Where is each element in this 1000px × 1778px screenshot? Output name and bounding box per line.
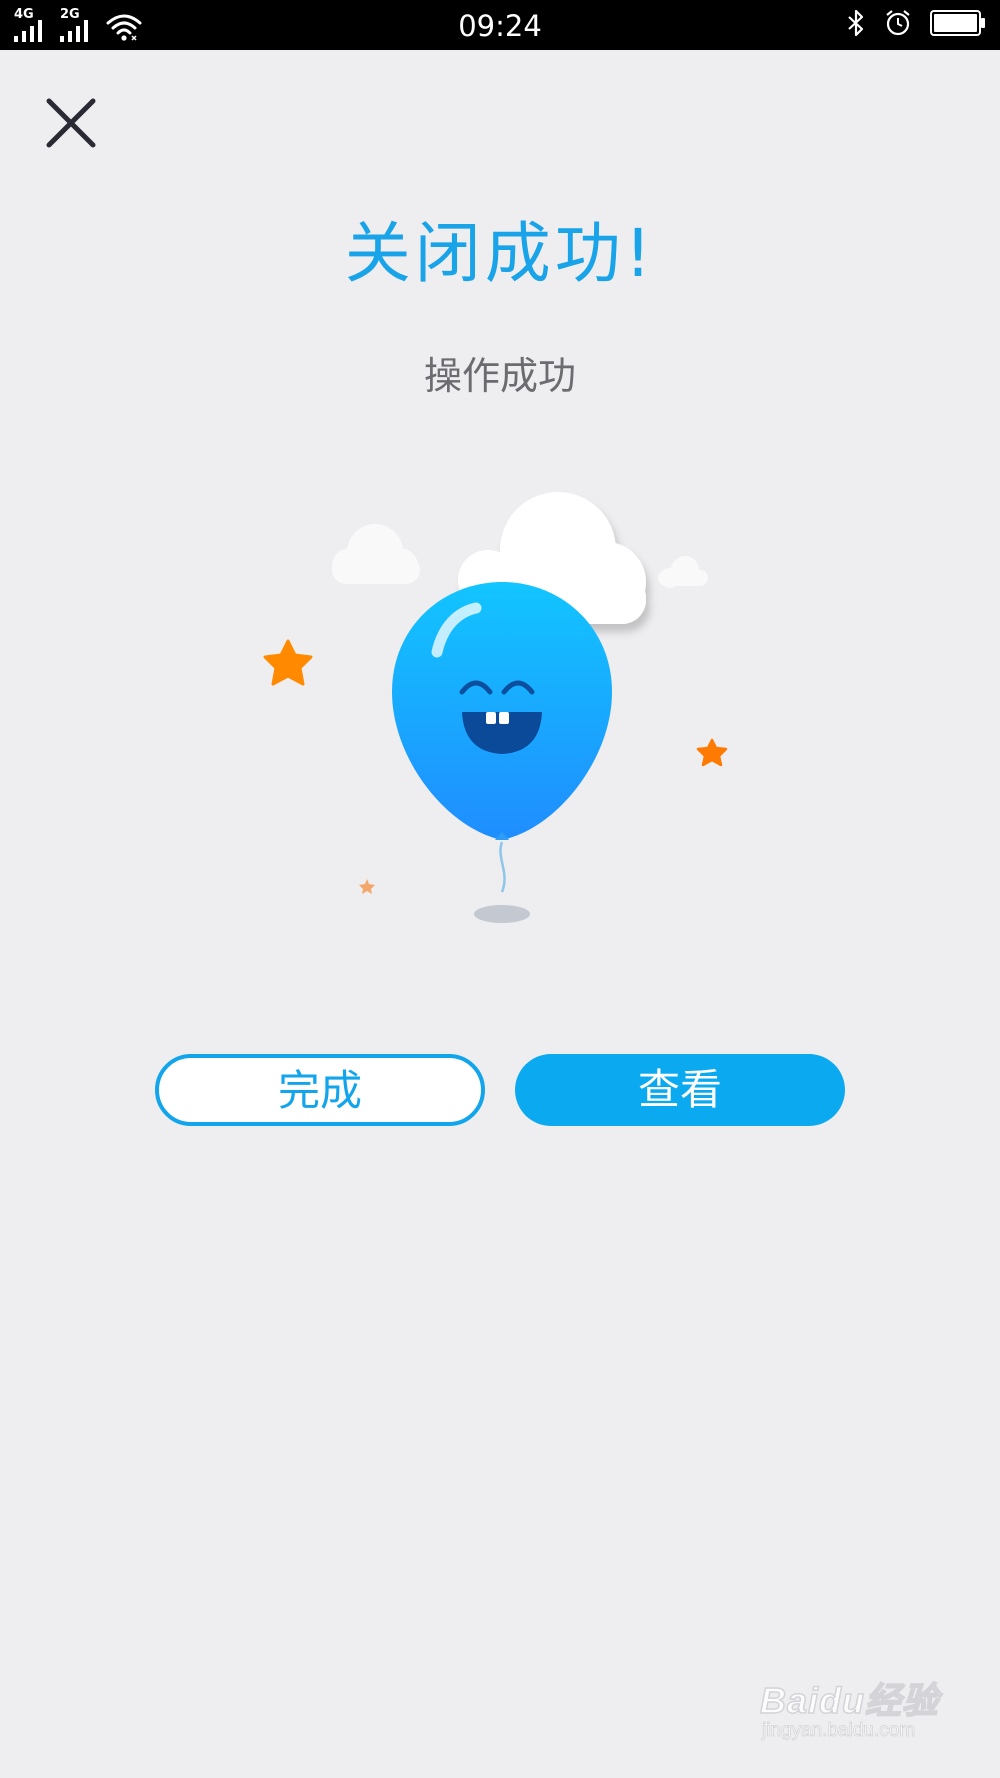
close-icon[interactable] [40,92,102,154]
balloon-illustration [263,492,728,923]
view-button[interactable]: 查看 [515,1054,845,1126]
page-title: 关闭成功! [344,215,656,292]
cloud-icon [658,556,708,588]
cloud-icon [332,524,420,584]
star-icon [263,639,313,686]
done-button[interactable]: 完成 [155,1054,485,1126]
watermark: Baidu经验 jingyan.baidu.com [759,1662,950,1752]
battery-icon [930,10,985,36]
alarm-icon [886,10,910,36]
bluetooth-icon [848,9,864,37]
status-right [846,9,986,37]
star-icon [696,738,728,767]
page-subtitle: 操作成功 [423,354,576,398]
status-bar: 4G 2G 09:24 [0,0,1000,50]
balloon [392,582,612,923]
watermark-brand: Baidu经验 [759,1679,940,1722]
star-icon [359,879,375,894]
watermark-url: jingyan.baidu.com [762,1720,916,1742]
